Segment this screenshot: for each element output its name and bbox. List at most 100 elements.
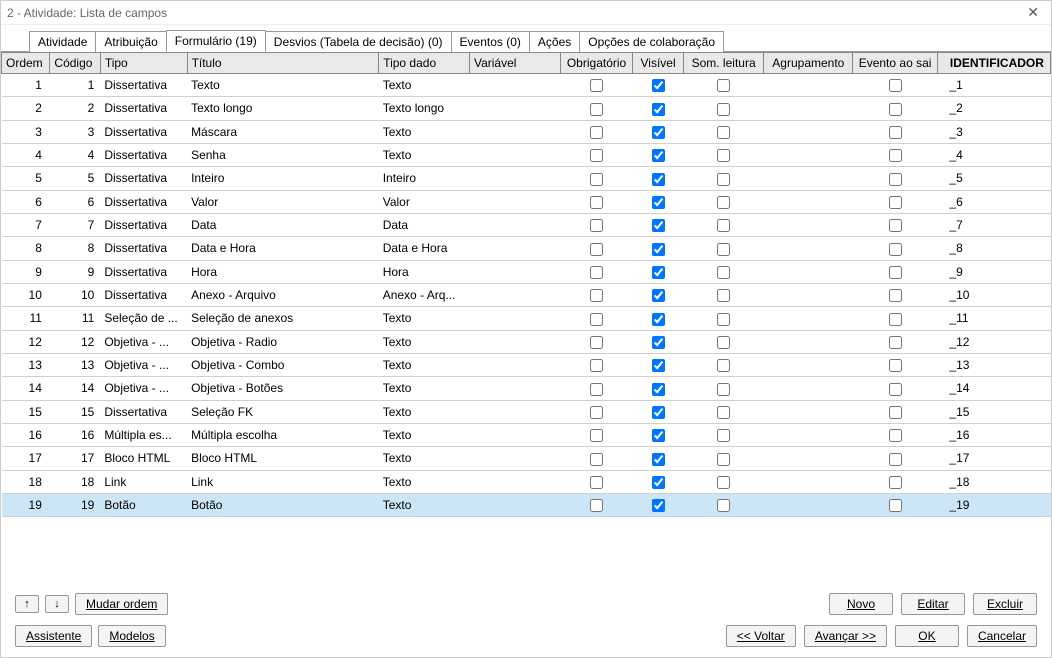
cell-visivel-checkbox[interactable] <box>652 243 665 256</box>
cell-evento-checkbox[interactable] <box>889 453 902 466</box>
cell-evento-checkbox[interactable] <box>889 219 902 232</box>
table-row[interactable]: 88DissertativaData e HoraData e Hora_8 <box>2 237 1051 260</box>
cell-evento-checkbox[interactable] <box>889 336 902 349</box>
table-row[interactable]: 44DissertativaSenhaTexto_4 <box>2 143 1051 166</box>
col-variavel-header[interactable]: Variável <box>469 53 560 74</box>
cancelar-button[interactable]: Cancelar <box>967 625 1037 647</box>
cell-evento-checkbox[interactable] <box>889 313 902 326</box>
cell-evento-checkbox[interactable] <box>889 243 902 256</box>
cell-obrig-checkbox[interactable] <box>590 196 603 209</box>
voltar-button[interactable]: << Voltar <box>726 625 796 647</box>
table-row[interactable]: 22DissertativaTexto longoTexto longo_2 <box>2 97 1051 120</box>
modelos-button[interactable]: Modelos <box>98 625 165 647</box>
table-row[interactable]: 1717Bloco HTMLBloco HTMLTexto_17 <box>2 447 1051 470</box>
tab-3[interactable]: Desvios (Tabela de decisão) (0) <box>265 31 452 52</box>
cell-som-checkbox[interactable] <box>717 429 730 442</box>
cell-som-checkbox[interactable] <box>717 103 730 116</box>
cell-visivel-checkbox[interactable] <box>652 149 665 162</box>
col-titulo-header[interactable]: Título <box>187 53 379 74</box>
cell-obrig-checkbox[interactable] <box>590 103 603 116</box>
novo-button[interactable]: Novo <box>829 593 893 615</box>
cell-visivel-checkbox[interactable] <box>652 453 665 466</box>
cell-obrig-checkbox[interactable] <box>590 219 603 232</box>
cell-visivel-checkbox[interactable] <box>652 103 665 116</box>
tab-5[interactable]: Ações <box>529 31 580 52</box>
cell-obrig-checkbox[interactable] <box>590 173 603 186</box>
cell-obrig-checkbox[interactable] <box>590 149 603 162</box>
move-up-button[interactable]: ↑ <box>15 595 39 613</box>
cell-visivel-checkbox[interactable] <box>652 406 665 419</box>
cell-som-checkbox[interactable] <box>717 196 730 209</box>
cell-som-checkbox[interactable] <box>717 243 730 256</box>
cell-evento-checkbox[interactable] <box>889 383 902 396</box>
cell-som-checkbox[interactable] <box>717 79 730 92</box>
excluir-button[interactable]: Excluir <box>973 593 1037 615</box>
cell-evento-checkbox[interactable] <box>889 266 902 279</box>
table-row[interactable]: 1313Objetiva - ...Objetiva - ComboTexto_… <box>2 353 1051 376</box>
tab-1[interactable]: Atribuição <box>95 31 166 52</box>
cell-evento-checkbox[interactable] <box>889 359 902 372</box>
cell-som-checkbox[interactable] <box>717 219 730 232</box>
cell-evento-checkbox[interactable] <box>889 196 902 209</box>
cell-visivel-checkbox[interactable] <box>652 359 665 372</box>
cell-evento-checkbox[interactable] <box>889 103 902 116</box>
cell-visivel-checkbox[interactable] <box>652 173 665 186</box>
mudar-ordem-button[interactable]: Mudar ordem <box>75 593 168 615</box>
cell-som-checkbox[interactable] <box>717 336 730 349</box>
table-row[interactable]: 1919BotãoBotãoTexto_19 <box>2 493 1051 516</box>
cell-obrig-checkbox[interactable] <box>590 336 603 349</box>
col-tipo-header[interactable]: Tipo <box>100 53 187 74</box>
table-row[interactable]: 1616Múltipla es...Múltipla escolhaTexto_… <box>2 423 1051 446</box>
cell-som-checkbox[interactable] <box>717 499 730 512</box>
cell-som-checkbox[interactable] <box>717 149 730 162</box>
table-row[interactable]: 1414Objetiva - ...Objetiva - BotõesTexto… <box>2 377 1051 400</box>
cell-obrig-checkbox[interactable] <box>590 429 603 442</box>
cell-evento-checkbox[interactable] <box>889 406 902 419</box>
table-row[interactable]: 66DissertativaValorValor_6 <box>2 190 1051 213</box>
cell-evento-checkbox[interactable] <box>889 173 902 186</box>
cell-visivel-checkbox[interactable] <box>652 383 665 396</box>
table-row[interactable]: 1212Objetiva - ...Objetiva - RadioTexto_… <box>2 330 1051 353</box>
cell-evento-checkbox[interactable] <box>889 429 902 442</box>
move-down-button[interactable]: ↓ <box>45 595 69 613</box>
cell-som-checkbox[interactable] <box>717 173 730 186</box>
ok-button[interactable]: OK <box>895 625 959 647</box>
cell-obrig-checkbox[interactable] <box>590 126 603 139</box>
col-som-header[interactable]: Som. leitura <box>683 53 764 74</box>
avancar-button[interactable]: Avançar >> <box>804 625 887 647</box>
col-ordem-header[interactable]: Ordem <box>2 53 50 74</box>
table-row[interactable]: 1515DissertativaSeleção FKTexto_15 <box>2 400 1051 423</box>
cell-obrig-checkbox[interactable] <box>590 289 603 302</box>
cell-visivel-checkbox[interactable] <box>652 126 665 139</box>
cell-obrig-checkbox[interactable] <box>590 406 603 419</box>
cell-evento-checkbox[interactable] <box>889 126 902 139</box>
col-codigo-header[interactable]: Código <box>50 53 100 74</box>
cell-visivel-checkbox[interactable] <box>652 336 665 349</box>
cell-visivel-checkbox[interactable] <box>652 219 665 232</box>
assistente-button[interactable]: Assistente <box>15 625 92 647</box>
cell-obrig-checkbox[interactable] <box>590 359 603 372</box>
col-tipodado-header[interactable]: Tipo dado <box>379 53 470 74</box>
cell-evento-checkbox[interactable] <box>889 149 902 162</box>
cell-obrig-checkbox[interactable] <box>590 243 603 256</box>
cell-visivel-checkbox[interactable] <box>652 289 665 302</box>
cell-obrig-checkbox[interactable] <box>590 383 603 396</box>
table-row[interactable]: 77DissertativaDataData_7 <box>2 213 1051 236</box>
cell-obrig-checkbox[interactable] <box>590 476 603 489</box>
cell-visivel-checkbox[interactable] <box>652 313 665 326</box>
table-row[interactable]: 1010DissertativaAnexo - ArquivoAnexo - A… <box>2 283 1051 306</box>
cell-som-checkbox[interactable] <box>717 289 730 302</box>
table-row[interactable]: 99DissertativaHoraHora_9 <box>2 260 1051 283</box>
col-obrig-header[interactable]: Obrigatório <box>560 53 633 74</box>
cell-obrig-checkbox[interactable] <box>590 453 603 466</box>
cell-visivel-checkbox[interactable] <box>652 196 665 209</box>
cell-som-checkbox[interactable] <box>717 266 730 279</box>
cell-som-checkbox[interactable] <box>717 383 730 396</box>
tab-4[interactable]: Eventos (0) <box>451 31 530 52</box>
cell-som-checkbox[interactable] <box>717 359 730 372</box>
close-icon[interactable]: ✕ <box>1021 4 1045 21</box>
cell-obrig-checkbox[interactable] <box>590 266 603 279</box>
cell-obrig-checkbox[interactable] <box>590 79 603 92</box>
cell-som-checkbox[interactable] <box>717 476 730 489</box>
cell-evento-checkbox[interactable] <box>889 476 902 489</box>
